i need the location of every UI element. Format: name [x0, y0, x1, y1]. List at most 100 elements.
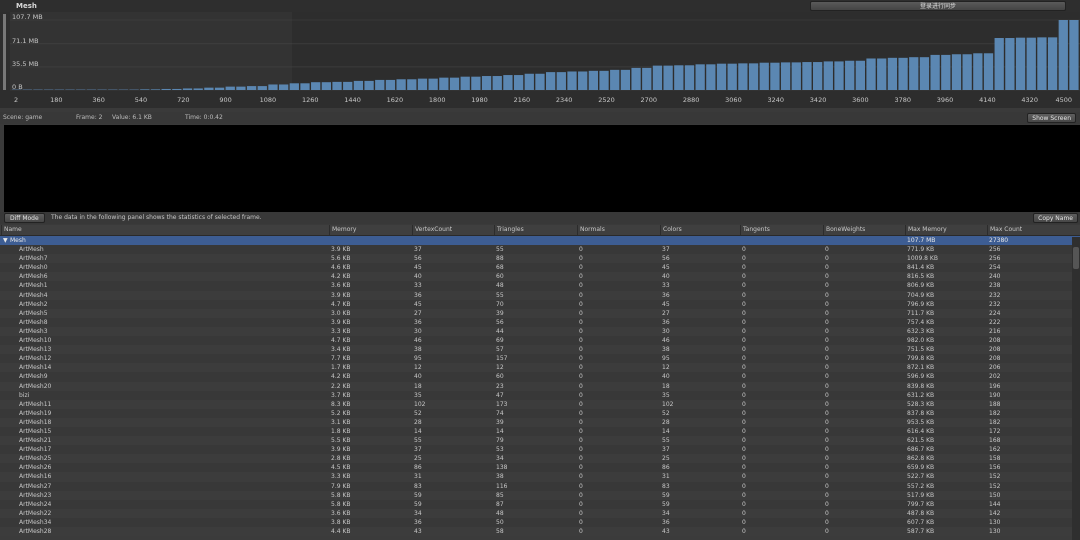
table-cell: 14	[414, 427, 422, 435]
column-header[interactable]: Max Memory	[905, 225, 987, 235]
table-cell: 799.7 KB	[907, 500, 935, 508]
table-cell: 208	[989, 337, 1001, 345]
chart-bar	[855, 60, 865, 90]
table-row[interactable]: ArtMesh12 7.7 KB 95 157 0 95 0 0 799.8 KB 208	[0, 354, 1080, 364]
table-row[interactable]: ArtMesh18 3.1 KB 28 39 0 28 0 0 953.5 KB 182	[0, 417, 1080, 427]
table-group-row[interactable]: ▼ Mesh 107.7 MB 27380	[0, 236, 1080, 246]
table-cell: 150	[989, 491, 1001, 499]
chart-bar	[845, 60, 855, 90]
table-cell: 0	[579, 528, 583, 535]
table-row[interactable]: ArtMesh11 8.3 KB 102 173 0 102 0 0 528.3 KB 188	[0, 399, 1080, 409]
table-cell: 3.7 KB	[331, 391, 351, 399]
column-header[interactable]: Triangles	[494, 225, 577, 235]
table-row[interactable]: ArtMesh0 4.6 KB 45 68 0 45 0 0 841.4 KB 254	[0, 263, 1080, 273]
column-header[interactable]: Colors	[660, 225, 740, 235]
table-cell: 3.4 KB	[331, 346, 351, 354]
table-cell: 256	[989, 255, 1001, 263]
table-cell: 0	[825, 437, 829, 445]
table-cell: 7.7 KB	[331, 355, 351, 363]
table-row[interactable]: ArtMesh3 3.3 KB 30 44 0 30 0 0 632.3 KB 216	[0, 326, 1080, 337]
table-cell: 953.5 KB	[907, 418, 935, 426]
table-cell: 37	[414, 246, 422, 254]
table-cell: 0	[742, 382, 746, 390]
expand-triangle-icon[interactable]: ▼	[3, 236, 8, 245]
x-tick-label: 3420	[810, 96, 827, 104]
table-row[interactable]: ArtMesh10 4.7 KB 46 69 0 46 0 0 982.0 KB 208	[0, 336, 1080, 346]
chart-bar	[492, 76, 502, 90]
table-row[interactable]: bizi 3.7 KB 35 47 0 35 0 0 631.2 KB 190	[0, 390, 1080, 400]
column-header[interactable]: VertexCount	[412, 225, 494, 235]
table-cell: 168	[989, 437, 1001, 445]
table-row[interactable]: ArtMesh2 4.7 KB 45 70 0 45 0 0 796.9 KB 232	[0, 299, 1080, 309]
table-cell: 0	[825, 473, 829, 481]
table-row[interactable]: ArtMesh23 5.8 KB 59 85 0 59 0 0 517.9 KB 150	[0, 490, 1080, 500]
table-row[interactable]: ArtMesh7 5.6 KB 56 88 0 56 0 0 1009.8 KB 256	[0, 254, 1080, 264]
chart-bar	[343, 81, 353, 90]
table-row[interactable]: ArtMesh34 3.8 KB 36 50 0 36 0 0 607.7 KB 130	[0, 517, 1080, 527]
table-cell: 130	[989, 528, 1001, 535]
table-row[interactable]: ArtMesh13 3.4 KB 38 57 0 38 0 0 751.5 KB 208	[0, 345, 1080, 355]
column-header[interactable]: Memory	[329, 225, 412, 235]
table-cell: 0	[742, 373, 746, 381]
column-header[interactable]: Tangents	[740, 225, 823, 235]
table-cell: 659.9 KB	[907, 464, 935, 472]
table-row[interactable]: ArtMesh5 3.0 KB 27 39 0 27 0 0 711.7 KB 224	[0, 308, 1080, 318]
scrollbar-thumb[interactable]	[1073, 247, 1079, 269]
table-cell: 33	[662, 282, 670, 290]
column-header[interactable]: Max Count	[987, 225, 1067, 235]
table-cell: 839.8 KB	[907, 382, 935, 390]
table-cell: 36	[414, 518, 422, 526]
copy-name-button[interactable]: Copy Name	[1033, 213, 1078, 223]
table-cell: 36	[414, 291, 422, 299]
chart-bar	[877, 58, 887, 90]
table-cell: 0	[579, 418, 583, 426]
table-cell: 0	[579, 364, 583, 372]
table-row[interactable]: ArtMesh28 4.4 KB 43 58 0 43 0 0 587.7 KB 130	[0, 527, 1080, 537]
table-row[interactable]: ArtMesh8 3.9 KB 36 56 0 36 0 0 757.4 KB 222	[0, 317, 1080, 327]
table-row[interactable]: ArtMesh24 5.8 KB 59 87 0 59 0 0 799.7 KB 144	[0, 499, 1080, 509]
table-cell: 12	[496, 364, 504, 372]
table-row[interactable]: ArtMesh16 3.3 KB 31 38 0 31 0 0 522.7 KB 152	[0, 472, 1080, 482]
table-row[interactable]: ArtMesh4 3.9 KB 36 55 0 36 0 0 704.9 KB 232	[0, 290, 1080, 300]
x-tick-label: 1980	[471, 96, 488, 104]
table-row[interactable]: ArtMesh25 2.8 KB 25 34 0 25 0 0 862.8 KB 158	[0, 454, 1080, 464]
table-cell: 36	[662, 518, 670, 526]
table-row[interactable]: ArtMesh9 4.2 KB 40 60 0 40 0 0 596.9 KB 202	[0, 372, 1080, 382]
x-tick-label: 2	[14, 96, 18, 104]
table-cell: 0	[825, 291, 829, 299]
chart-bar	[951, 54, 962, 90]
table-row[interactable]: ArtMesh22 3.6 KB 34 48 0 34 0 0 487.8 KB 142	[0, 508, 1080, 518]
table-row[interactable]: ArtMesh14 1.7 KB 12 12 0 12 0 0 872.1 KB 206	[0, 363, 1080, 373]
table-row[interactable]: ArtMesh6 4.2 KB 40 60 0 40 0 0 816.5 KB 240	[0, 272, 1080, 282]
table-row[interactable]: ArtMesh21 5.5 KB 55 79 0 55 0 0 621.5 KB 168	[0, 436, 1080, 446]
table-row[interactable]: ArtMesh15 1.8 KB 14 14 0 14 0 0 616.4 KB 172	[0, 426, 1080, 437]
memory-chart[interactable]: 107.7 MB 71.1 MB 35.5 MB 0 B 2 180 360 540 720 90…	[0, 12, 1080, 108]
table-cell: 68	[496, 264, 504, 272]
table-cell: 2.2 KB	[331, 382, 351, 390]
sync-login-button[interactable]: 登录进行同步	[810, 1, 1066, 11]
table-cell: 4.2 KB	[331, 373, 351, 381]
table-row[interactable]: ArtMesh20 2.2 KB 18 23 0 18 0 0 839.8 KB 196	[0, 381, 1080, 391]
table-cell: 704.9 KB	[907, 291, 935, 299]
table-row[interactable]: ArtMesh19 5.2 KB 52 74 0 52 0 0 837.8 KB 182	[0, 408, 1080, 418]
table-row[interactable]: ArtMesh1 3.6 KB 33 48 0 33 0 0 806.9 KB 238	[0, 281, 1080, 291]
column-header[interactable]: Normals	[577, 225, 660, 235]
table-cell: 224	[989, 309, 1001, 317]
table-cell: 37	[662, 246, 670, 254]
table-cell: ArtMesh14	[19, 364, 52, 372]
table-row[interactable]: ArtMesh 3.9 KB 37 55 0 37 0 0 771.9 KB 256	[0, 245, 1080, 255]
diff-mode-button[interactable]: Diff Mode	[4, 213, 45, 223]
column-header[interactable]: Name	[1, 225, 329, 235]
column-header[interactable]: BoneWeights	[823, 225, 905, 235]
table-cell: ArtMesh28	[19, 528, 52, 535]
table-scrollbar[interactable]	[1072, 237, 1080, 540]
y-tick-label: 71.1 MB	[12, 37, 39, 45]
table-cell: 23	[496, 382, 504, 390]
show-screen-button[interactable]: Show Screen	[1027, 113, 1076, 123]
table-cell: 0	[825, 264, 829, 272]
table-row[interactable]: ArtMesh27 7.9 KB 83 116 0 83 0 0 557.2 KB 152	[0, 481, 1080, 491]
table-cell: 102	[414, 400, 426, 408]
chart-bar	[738, 63, 748, 90]
table-row[interactable]: ArtMesh26 4.5 KB 86 138 0 86 0 0 659.9 KB 156	[0, 463, 1080, 473]
table-row[interactable]: ArtMesh17 3.9 KB 37 53 0 37 0 0 686.7 KB 162	[0, 445, 1080, 455]
